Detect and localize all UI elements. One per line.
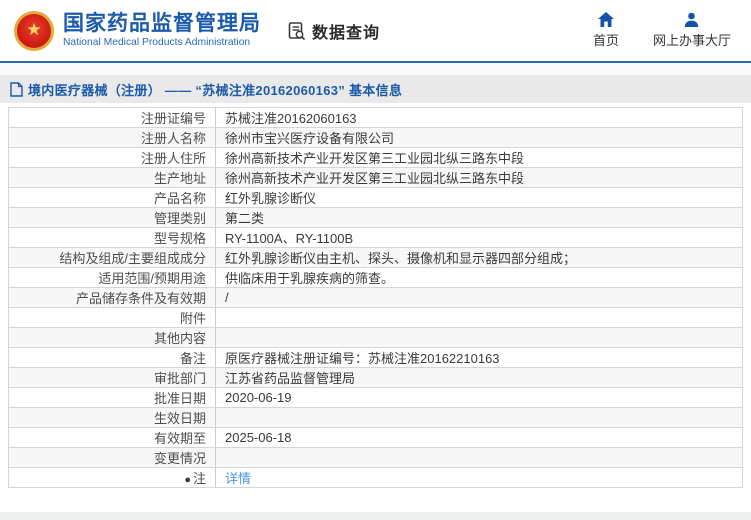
row-label: 变更情况 [8,447,216,468]
row-label: 型号规格 [8,227,216,248]
row-value: 徐州市宝兴医疗设备有限公司 [215,127,743,148]
data-query-section[interactable]: 数据查询 [287,19,380,43]
home-icon [597,12,614,27]
row-label: 产品储存条件及有效期 [8,287,216,308]
header-sub-strip [0,63,751,75]
row-label: 管理类别 [8,207,216,228]
row-label: 注册人名称 [8,127,216,148]
site-header: ★ 国家药品监督管理局 National Medical Products Ad… [0,0,751,63]
table-row: 变更情况 [8,447,743,468]
site-subtitle: National Medical Products Administration [63,36,251,48]
result-title-bar: 境内医疗器械（注册） —— “苏械注准20162060163” 基本信息 [0,75,751,103]
row-value: / [215,287,743,308]
table-row: 生产地址 徐州高新技术产业开发区第三工业园北纵三路东中段 [8,167,743,188]
table-row: 备注 原医疗器械注册证编号：苏械注准20162210163 [8,347,743,368]
row-value: 供临床用于乳腺疾病的筛查。 [215,267,743,288]
row-value: 2025-06-18 [215,427,743,448]
row-value: 第二类 [215,207,743,228]
data-query-label: 数据查询 [312,24,381,42]
row-label: 其他内容 [8,327,216,348]
row-value: 详情 [215,467,743,488]
row-value [215,407,743,428]
row-value: 徐州高新技术产业开发区第三工业园北纵三路东中段 [215,147,743,168]
table-row: 有效期至 2025-06-18 [8,427,743,448]
user-icon [684,12,699,27]
page-footer-strip [0,512,751,520]
page-title: 境内医疗器械（注册） —— “苏械注准20162060163” 基本信息 [28,82,403,98]
nav-item-service-hall[interactable]: 网上办事大厅 [653,12,731,49]
info-table-body: 注册证编号 苏械注准20162060163 注册人名称 徐州市宝兴医疗设备有限公司 注册… [8,107,743,488]
row-label: 注册人住所 [8,147,216,168]
table-row: ● 注详情 [8,467,743,488]
row-value: 红外乳腺诊断仪由主机、探头、摄像机和显示器四部分组成； [215,247,743,268]
table-row: 审批部门 江苏省药品监督管理局 [8,367,743,388]
row-value [215,327,743,348]
note-bullet-icon: ● [184,474,191,486]
row-value [215,307,743,328]
table-row: 结构及组成/主要组成成分 红外乳腺诊断仪由主机、探头、摄像机和显示器四部分组成； [8,247,743,268]
table-row: 产品名称 红外乳腺诊断仪 [8,187,743,208]
table-row: 批准日期 2020-06-19 [8,387,743,408]
table-row: 产品储存条件及有效期 / [8,287,743,308]
nav-item-home[interactable]: 首页 [593,12,619,49]
row-value: 苏械注准20162060163 [215,107,743,128]
row-label: 有效期至 [8,427,216,448]
nav-home-label: 首页 [592,33,619,48]
nmpa-logo[interactable]: ★ 国家药品监督管理局 National Medical Products Ad… [14,10,261,51]
doc-search-icon [287,21,307,41]
table-row: 生效日期 [8,407,743,428]
row-value: RY-1100A、RY-1100B [215,227,743,248]
table-row: 附件 [8,307,743,328]
row-value [215,447,743,468]
row-label: ● 注 [8,467,216,488]
row-label: 审批部门 [8,367,216,388]
row-value: 2020-06-19 [215,387,743,408]
row-label: 产品名称 [8,187,216,208]
row-label: 批准日期 [8,387,216,408]
table-row: 注册证编号 苏械注准20162060163 [8,107,743,128]
row-value: 徐州高新技术产业开发区第三工业园北纵三路东中段 [215,167,743,188]
table-row: 注册人名称 徐州市宝兴医疗设备有限公司 [8,127,743,148]
detail-link[interactable]: 详情 [225,471,251,486]
row-label: 生产地址 [8,167,216,188]
row-label: 注册证编号 [8,107,216,128]
table-row: 管理类别 第二类 [8,207,743,228]
registration-info-table: 注册证编号 苏械注准20162060163 注册人名称 徐州市宝兴医疗设备有限公司 注册… [8,107,743,488]
row-value: 原医疗器械注册证编号：苏械注准20162210163 [215,347,743,368]
document-icon [10,81,23,97]
site-title: 国家药品监督管理局 [63,11,261,35]
nav-service-hall-label: 网上办事大厅 [652,33,731,48]
row-label: 适用范围/预期用途 [8,267,216,288]
table-row: 型号规格 RY-1100A、RY-1100B [8,227,743,248]
top-nav: 首页 网上办事大厅 [593,12,731,49]
table-row: 其他内容 [8,327,743,348]
row-label: 结构及组成/主要组成成分 [8,247,216,268]
row-value: 江苏省药品监督管理局 [215,367,743,388]
row-label: 附件 [8,307,216,328]
row-label: 生效日期 [8,407,216,428]
row-label: 备注 [8,347,216,368]
table-row: 注册人住所 徐州高新技术产业开发区第三工业园北纵三路东中段 [8,147,743,168]
china-national-emblem-icon: ★ [14,10,54,51]
table-row: 适用范围/预期用途 供临床用于乳腺疾病的筛查。 [8,267,743,288]
row-value: 红外乳腺诊断仪 [215,187,743,208]
